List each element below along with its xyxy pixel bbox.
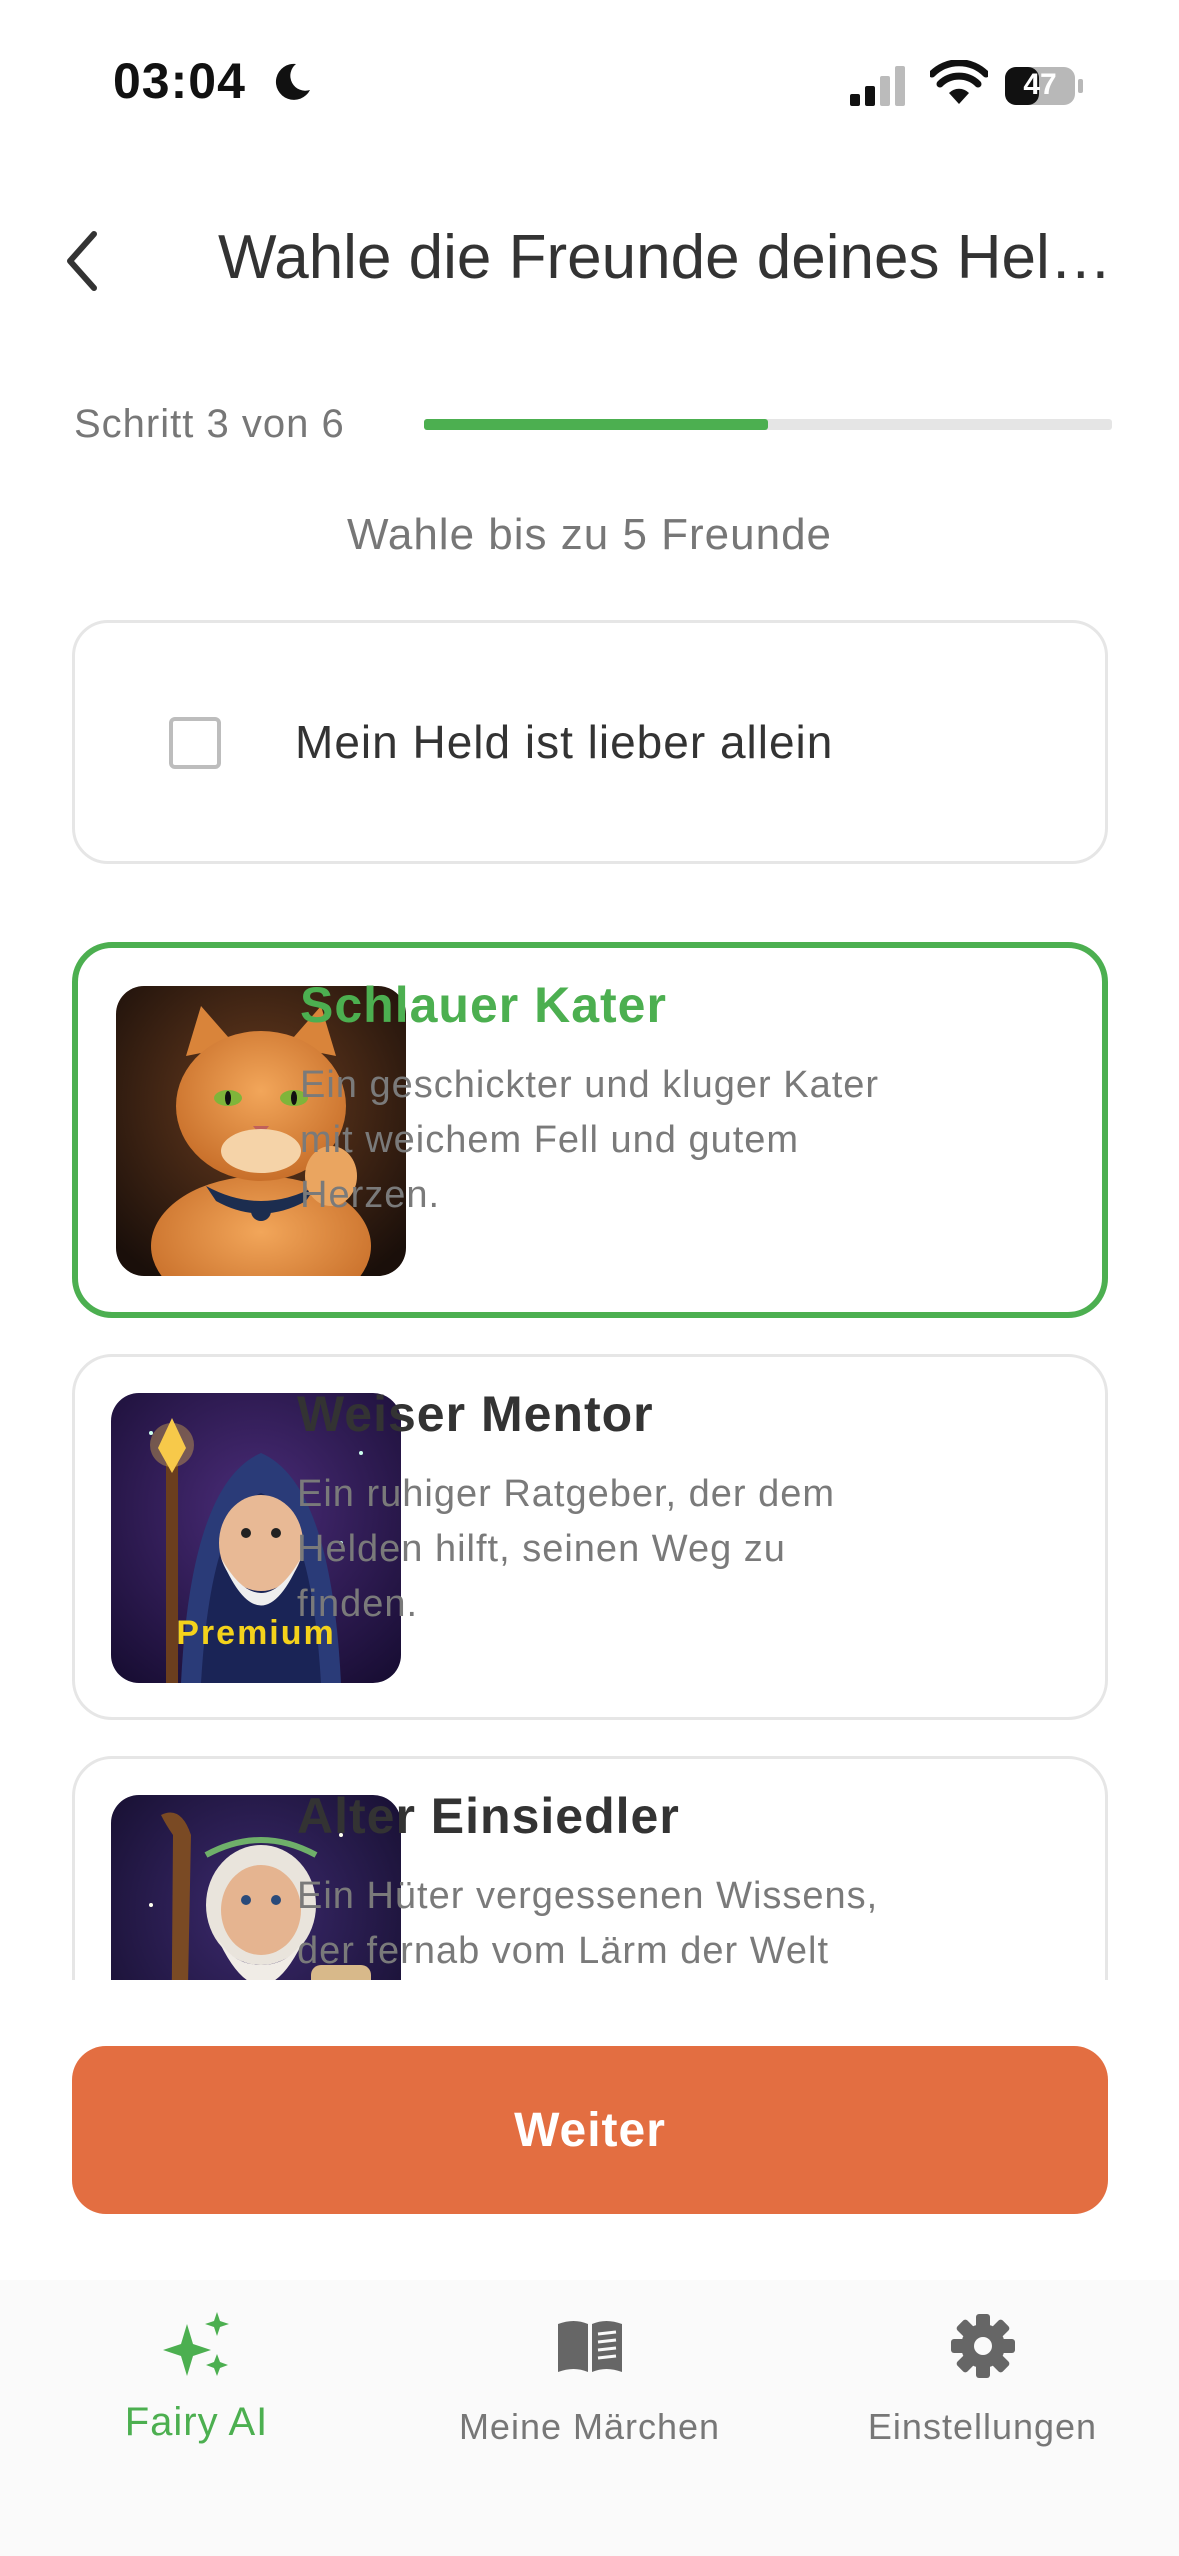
tab-fairy-ai[interactable]: Fairy AI [0,2280,393,2480]
subtitle: Wahle bis zu 5 Freunde [346,510,833,559]
tab-label: Meine Märchen [458,2406,721,2447]
page-title: Wahle die Freunde deines Held... [218,223,1118,292]
battery-indicator: 47 [1004,66,1084,106]
progress-bar [424,419,1112,430]
friends-list[interactable]: Schlauer Kater Ein geschickter und kluge… [0,930,1179,1980]
wifi-icon [930,60,988,104]
friend-description: Ein geschickter und kluger Kater mit wei… [300,1064,880,1216]
alone-option-card[interactable]: Mein Held ist lieber allein [72,620,1108,864]
tab-label: Einstellungen [867,2406,1098,2447]
cellular-signal-icon [850,66,905,106]
next-button[interactable]: Weiter [72,2046,1108,2214]
alone-option-label: Mein Held ist lieber allein [295,716,834,768]
step-label: Schritt 3 von 6 [74,402,345,446]
friend-description: Ein Hüter vergessenen Wissens, der ferna… [297,1875,879,1972]
battery-level: 47 [1023,68,1057,101]
tab-meine-maerchen[interactable]: Meine Märchen [393,2280,786,2480]
gear-icon [950,2314,1015,2378]
friend-card-schlauer-kater[interactable]: Schlauer Kater Ein geschickter und kluge… [72,942,1108,1318]
tab-label: Fairy AI [124,2400,269,2444]
progress-fill [424,419,768,430]
moon-icon [275,63,310,100]
friend-title: Weiser Mentor [297,1386,654,1442]
friend-title: Alter Einsiedler [297,1788,680,1844]
alone-checkbox[interactable] [169,717,221,769]
friend-title: Schlauer Kater [300,977,667,1033]
friend-description: Ein ruhiger Ratgeber, der dem Helden hil… [297,1473,836,1625]
friend-card-weiser-mentor[interactable]: Premium Weiser Mentor Ein ruhiger Ratgeb… [72,1354,1108,1720]
bottom-tab-bar: Fairy AI Meine Märchen Einstellungen [0,2280,1179,2556]
tab-einstellungen[interactable]: Einstellungen [786,2280,1179,2480]
back-chevron-icon[interactable] [58,226,108,296]
status-time: 03:04 [113,53,246,109]
sparkles-icon [162,2312,229,2376]
book-icon [557,2321,622,2372]
friend-card-alter-einsiedler[interactable]: Alter Einsiedler Ein Hüter vergessenen W… [72,1756,1108,1980]
